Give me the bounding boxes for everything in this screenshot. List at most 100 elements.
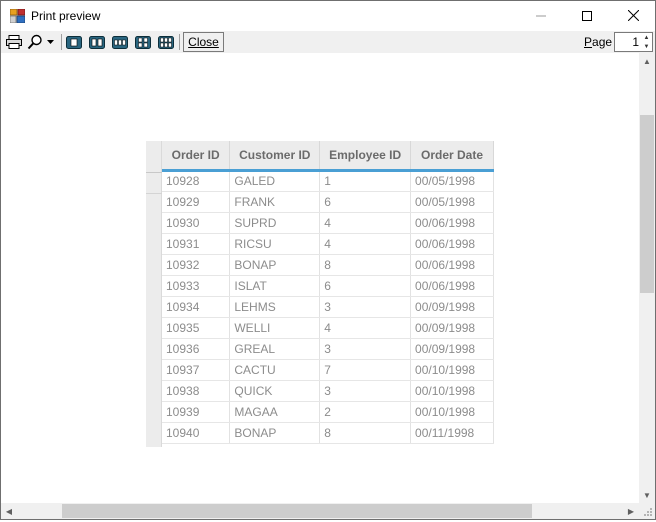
orders-table: Order ID Customer ID Employee ID Order D… xyxy=(162,141,494,444)
scroll-up-icon[interactable]: ▲ xyxy=(639,53,655,69)
column-header: Customer ID xyxy=(229,141,321,172)
maximize-icon xyxy=(582,8,592,24)
table-cell: 10940 xyxy=(162,422,231,444)
toolbar: Close Page 1 ▲ ▼ xyxy=(1,31,655,53)
table-cell: 00/06/1998 xyxy=(410,233,494,255)
column-header: Order Date xyxy=(410,141,494,172)
table-cell: GREAL xyxy=(229,338,321,360)
window-title: Print preview xyxy=(31,9,101,23)
column-header: Order ID xyxy=(162,141,231,172)
preview-page-grid: Order ID Customer ID Employee ID Order D… xyxy=(146,141,494,447)
six-pages-icon[interactable] xyxy=(157,33,175,51)
one-page-icon[interactable] xyxy=(65,33,83,51)
table-row: 10932 BONAP 8 00/06/1998 xyxy=(162,254,494,276)
table-cell: 00/06/1998 xyxy=(410,254,494,276)
table-cell: 3 xyxy=(319,338,412,360)
close-window-button[interactable] xyxy=(610,1,656,31)
toolbar-separator xyxy=(179,34,180,50)
table-cell: 3 xyxy=(319,296,412,318)
table-row: 10936 GREAL 3 00/09/1998 xyxy=(162,338,494,360)
table-cell: 10935 xyxy=(162,317,231,339)
table-cell: 6 xyxy=(319,275,412,297)
table-row: 10931 RICSU 4 00/06/1998 xyxy=(162,233,494,255)
page-number-input[interactable]: 1 xyxy=(615,35,639,49)
table-row: 10938 QUICK 3 00/10/1998 xyxy=(162,380,494,402)
size-grip-icon[interactable] xyxy=(639,503,655,519)
table-cell: 10937 xyxy=(162,359,231,381)
preview-area[interactable]: Order ID Customer ID Employee ID Order D… xyxy=(1,53,639,503)
table-cell: 00/06/1998 xyxy=(410,212,494,234)
table-cell: 7 xyxy=(319,359,412,381)
chevron-down-icon[interactable] xyxy=(45,33,55,51)
table-cell: 00/05/1998 xyxy=(410,191,494,213)
table-row: 10935 WELLI 4 00/09/1998 xyxy=(162,317,494,339)
print-preview-window: Print preview Close Page 1 ▲ ▼ Order ID … xyxy=(0,0,656,520)
table-cell: LEHMS xyxy=(229,296,321,318)
table-cell: 2 xyxy=(319,401,412,423)
table-cell: 00/09/1998 xyxy=(410,296,494,318)
table-cell: BONAP xyxy=(229,422,321,444)
horizontal-scrollbar[interactable]: ◀ ▶ xyxy=(1,503,639,519)
minimize-button[interactable] xyxy=(518,1,564,31)
table-row: 10933 ISLAT 6 00/06/1998 xyxy=(162,275,494,297)
table-row: 10937 CACTU 7 00/10/1998 xyxy=(162,359,494,381)
two-pages-icon[interactable] xyxy=(88,33,106,51)
scroll-right-icon[interactable]: ▶ xyxy=(623,503,639,519)
table-cell: ISLAT xyxy=(229,275,321,297)
table-cell: 4 xyxy=(319,233,412,255)
table-cell: 10931 xyxy=(162,233,231,255)
row-header-column xyxy=(146,141,162,447)
table-cell: 10939 xyxy=(162,401,231,423)
row-header-cell xyxy=(146,173,162,194)
table-cell: MAGAA xyxy=(229,401,321,423)
table-cell: 00/05/1998 xyxy=(410,170,494,192)
table-cell: 00/10/1998 xyxy=(410,359,494,381)
spin-down-icon[interactable]: ▼ xyxy=(641,42,652,51)
table-cell: 00/09/1998 xyxy=(410,317,494,339)
page-label: Page xyxy=(584,35,613,49)
table-cell: 10930 xyxy=(162,212,231,234)
table-cell: WELLI xyxy=(229,317,321,339)
page-number-spinner[interactable]: 1 ▲ ▼ xyxy=(614,32,653,52)
table-cell: 10933 xyxy=(162,275,231,297)
zoom-icon[interactable] xyxy=(26,33,43,51)
spin-up-icon[interactable]: ▲ xyxy=(641,33,652,42)
table-row: 10939 MAGAA 2 00/10/1998 xyxy=(162,401,494,423)
table-cell: 00/11/1998 xyxy=(410,422,494,444)
horizontal-scroll-thumb[interactable] xyxy=(62,504,532,518)
table-row: 10929 FRANK 6 00/05/1998 xyxy=(162,191,494,213)
table-cell: 00/09/1998 xyxy=(410,338,494,360)
table-cell: CACTU xyxy=(229,359,321,381)
title-bar[interactable]: Print preview xyxy=(1,1,655,31)
three-pages-icon[interactable] xyxy=(111,33,129,51)
table-cell: 4 xyxy=(319,212,412,234)
table-cell: 10932 xyxy=(162,254,231,276)
close-preview-button[interactable]: Close xyxy=(183,32,224,52)
table-cell: GALED xyxy=(229,170,321,192)
print-preview-app-icon xyxy=(9,8,26,24)
minimize-icon xyxy=(536,8,546,24)
table-row: 10928 GALED 1 00/05/1998 xyxy=(162,170,494,192)
column-header: Employee ID xyxy=(319,141,412,172)
table-cell: 10929 xyxy=(162,191,231,213)
table-cell: 10934 xyxy=(162,296,231,318)
table-row: 10930 SUPRD 4 00/06/1998 xyxy=(162,212,494,234)
printer-icon[interactable] xyxy=(5,33,23,51)
close-icon xyxy=(627,8,639,24)
table-row: 10940 BONAP 8 00/11/1998 xyxy=(162,422,494,444)
four-pages-icon[interactable] xyxy=(134,33,152,51)
scroll-down-icon[interactable]: ▼ xyxy=(639,487,655,503)
table-cell: QUICK xyxy=(229,380,321,402)
scroll-left-icon[interactable]: ◀ xyxy=(1,503,17,519)
table-cell: SUPRD xyxy=(229,212,321,234)
table-row: 10934 LEHMS 3 00/09/1998 xyxy=(162,296,494,318)
table-cell: 8 xyxy=(319,254,412,276)
table-cell: 00/10/1998 xyxy=(410,401,494,423)
table-cell: 6 xyxy=(319,191,412,213)
vertical-scrollbar[interactable]: ▲ ▼ xyxy=(639,53,655,503)
table-cell: 10928 xyxy=(162,170,231,192)
maximize-button[interactable] xyxy=(564,1,610,31)
table-cell: BONAP xyxy=(229,254,321,276)
vertical-scroll-thumb[interactable] xyxy=(640,115,654,293)
table-cell: FRANK xyxy=(229,191,321,213)
